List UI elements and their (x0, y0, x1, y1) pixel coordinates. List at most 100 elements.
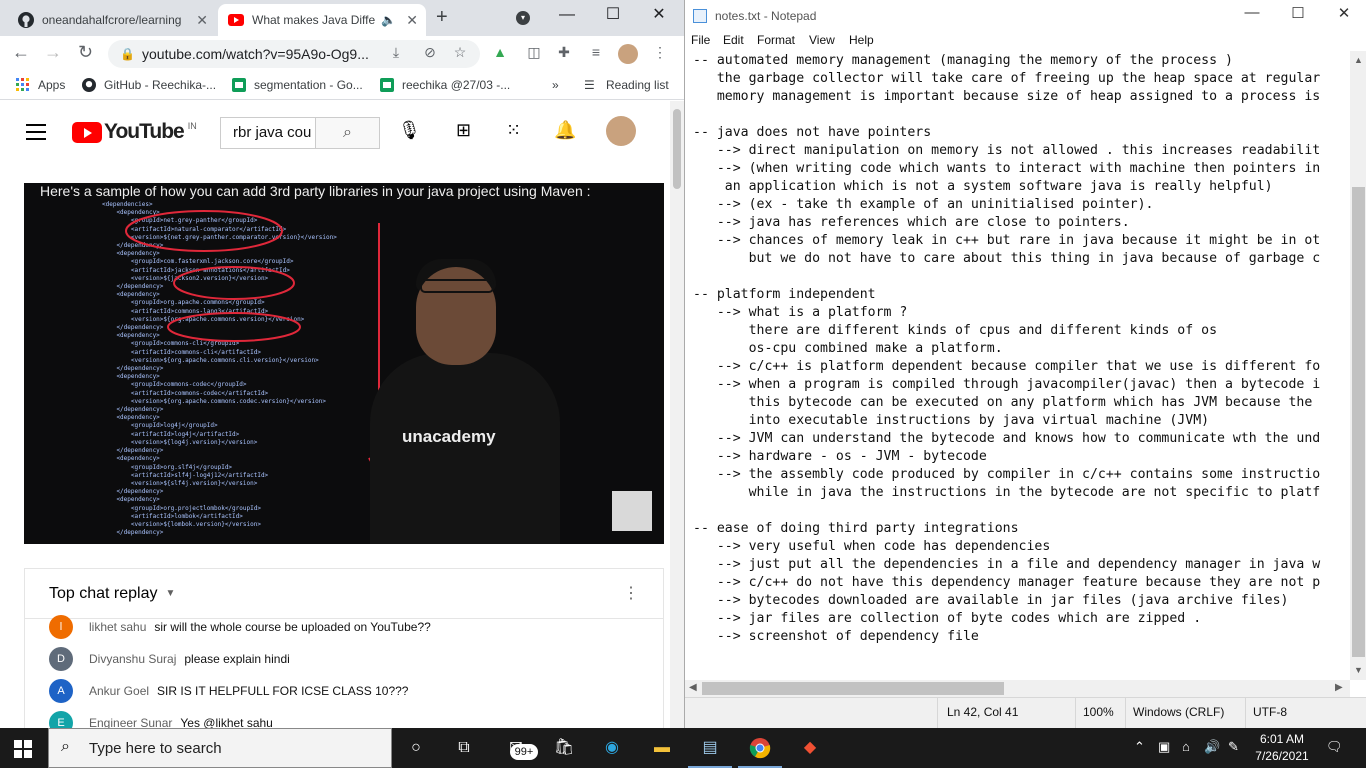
microphone-icon[interactable]: 🎙 (398, 120, 421, 141)
text-line: --> very useful when code has dependenci… (693, 539, 1051, 554)
analytics-icon[interactable]: ◫ (524, 44, 544, 64)
lock-icon[interactable]: 🔒 (120, 40, 135, 68)
close-tab-icon[interactable]: ✕ (406, 12, 418, 29)
bookmark-reechika[interactable]: reechika @27/03 -... (380, 78, 510, 92)
bookmark-star-icon[interactable]: ☆ (450, 44, 470, 64)
bookmark-github[interactable]: GitHub - Reechika-... (82, 78, 216, 92)
bookmark-label: GitHub - Reechika-... (104, 78, 217, 92)
search-icon[interactable]: ⌕ (315, 118, 379, 148)
chat-header[interactable]: Top chat replay ▼ ⋮ (25, 569, 663, 619)
task-view-icon[interactable]: ⧉ (450, 734, 478, 762)
reload-icon[interactable]: ↻ (78, 42, 93, 63)
chat-message: D Divyanshu Suraj please explain hindi (49, 647, 290, 671)
scroll-down-icon[interactable]: ▼ (1354, 665, 1363, 675)
menu-file[interactable]: File (691, 33, 710, 47)
window-title: notes.txt - Notepad (715, 9, 817, 23)
new-tab-button[interactable]: + (436, 6, 448, 29)
status-bar: Ln 42, Col 41 100% Windows (CRLF) UTF-8 (685, 697, 1366, 729)
clock[interactable]: 6:01 AM 7/26/2021 (1252, 731, 1312, 765)
hamburger-menu-icon[interactable] (26, 124, 46, 145)
scroll-up-icon[interactable]: ▲ (1354, 55, 1363, 65)
youtube-logo[interactable]: YouTube IN (72, 120, 197, 144)
scroll-right-icon[interactable]: ▶ (1335, 682, 1343, 693)
chat-author[interactable]: Engineer Sunar (89, 716, 172, 728)
bookmark-segmentation[interactable]: segmentation - Go... (232, 78, 363, 92)
menu-help[interactable]: Help (849, 33, 874, 47)
network-icon[interactable]: ⌂ (1182, 739, 1190, 754)
volume-icon[interactable]: 🔊 (1204, 739, 1220, 755)
action-center-icon[interactable]: 🗨 (1326, 739, 1343, 755)
chat-author[interactable]: likhet sahu (89, 620, 146, 634)
tab-youtube[interactable]: What makes Java Diffe 🔈 ✕ (218, 4, 426, 36)
chrome-menu-icon[interactable]: ⋮ (650, 44, 670, 64)
chrome-icon[interactable] (738, 734, 782, 768)
scrollbar-thumb[interactable] (1352, 187, 1365, 657)
taskbar-search[interactable]: ⌕ Type here to search (48, 728, 392, 768)
search-input[interactable]: rbr java cou (221, 118, 315, 148)
google-drive-icon[interactable]: ▲ (490, 44, 510, 64)
minimize-button[interactable]: — (544, 0, 590, 32)
menu-format[interactable]: Format (757, 33, 795, 47)
git-icon[interactable]: ◆ (796, 734, 824, 762)
chat-text: please explain hindi (184, 652, 290, 666)
back-icon[interactable]: ← (12, 42, 30, 63)
notepad-text-area[interactable]: -- automated memory management (managing… (693, 52, 1349, 678)
media-queue-icon[interactable]: ≡ (586, 44, 606, 64)
meet-now-icon[interactable]: ▣ (1158, 739, 1170, 755)
show-hidden-icons[interactable]: ⌃ (1134, 739, 1145, 755)
install-icon[interactable]: ⤓ (386, 44, 406, 64)
minimize-button[interactable]: — (1229, 4, 1275, 21)
more-options-icon[interactable]: ⋮ (623, 583, 639, 603)
windows-start-icon[interactable] (14, 740, 32, 758)
tab-search-icon[interactable]: ▾ (516, 11, 530, 25)
create-video-icon[interactable]: ⊞ (456, 120, 471, 141)
text-line: --> java has references which are close … (693, 215, 1130, 230)
notepad-titlebar[interactable]: notes.txt - Notepad — ☐ ✕ (685, 0, 1366, 31)
reading-list[interactable]: ☰ Reading list (584, 78, 669, 92)
horizontal-scrollbar[interactable]: ◀ ▶ (685, 680, 1350, 697)
youtube-search-box[interactable]: rbr java cou ⌕ (220, 117, 380, 149)
scroll-left-icon[interactable]: ◀ (689, 682, 697, 693)
extensions-icon[interactable]: ✚ (554, 44, 574, 64)
chat-author[interactable]: Ankur Goel (89, 684, 149, 698)
tab-strip: oneandahalfcrore/learning ✕ What makes J… (0, 0, 684, 36)
clock-time: 6:01 AM (1259, 732, 1305, 746)
video-player[interactable]: Here's a sample of how you can add 3rd p… (24, 183, 664, 544)
bookmark-apps[interactable]: Apps (16, 78, 65, 92)
text-line: --> hardware - os - JVM - bytecode (693, 449, 987, 464)
chat-replay-panel: Top chat replay ▼ ⋮ l likhet sahu sir wi… (24, 568, 664, 728)
file-explorer-icon[interactable]: ▬ (648, 734, 676, 762)
tab-github[interactable]: oneandahalfcrore/learning ✕ (8, 4, 216, 36)
menu-view[interactable]: View (809, 33, 835, 47)
text-line: the garbage collector will take care of … (693, 71, 1321, 86)
close-tab-icon[interactable]: ✕ (196, 12, 208, 29)
text-line: --> c/c++ do not have this dependency ma… (693, 575, 1321, 590)
maximize-button[interactable]: ☐ (1275, 4, 1321, 22)
store-icon[interactable]: 🛍 (550, 734, 578, 762)
notepad-taskbar-icon[interactable]: ▤ (688, 734, 732, 768)
notifications-bell-icon[interactable]: 🔔 (554, 120, 576, 141)
input-indicator-icon[interactable]: ✎ (1228, 739, 1239, 755)
scrollbar-thumb[interactable] (673, 109, 681, 189)
profile-avatar[interactable] (618, 44, 638, 64)
menu-edit[interactable]: Edit (723, 33, 744, 47)
vertical-scrollbar[interactable]: ▲ ▼ (1350, 51, 1366, 680)
apps-icon[interactable]: ⁙ (506, 120, 521, 141)
dropdown-caret-icon[interactable]: ▼ (166, 588, 176, 599)
text-line: -- platform independent (693, 287, 876, 302)
text-line: memory management is important because s… (693, 89, 1321, 104)
edge-icon[interactable]: ◉ (598, 734, 626, 762)
bookmarks-overflow[interactable]: » (552, 78, 559, 92)
speaker-icon[interactable]: 🔈 (381, 13, 396, 27)
text-line: --> the assembly code produced by compil… (693, 467, 1321, 482)
cortana-icon[interactable]: ○ (402, 734, 430, 762)
user-avatar[interactable] (606, 116, 636, 146)
chat-author[interactable]: Divyanshu Suraj (89, 652, 176, 666)
scrollbar-thumb[interactable] (702, 682, 1004, 695)
close-window-button[interactable]: ✕ (636, 0, 682, 32)
close-window-button[interactable]: ✕ (1321, 4, 1366, 22)
tracking-off-icon[interactable]: ⊘ (420, 44, 440, 64)
page-scrollbar[interactable] (670, 101, 684, 728)
maximize-button[interactable]: ☐ (590, 0, 636, 32)
forward-icon[interactable]: → (44, 42, 62, 63)
